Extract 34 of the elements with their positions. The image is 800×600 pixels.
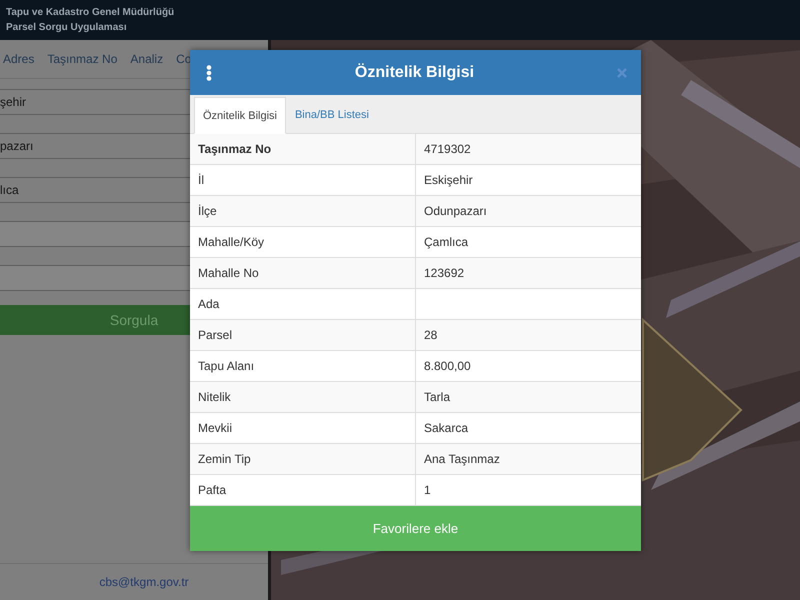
attribute-value: Eskişehir [423,172,474,189]
attribute-label: Parsel [190,320,416,350]
attribute-value: Odunpazarı [423,203,488,220]
panel-tab[interactable]: Taşınmaz No [47,52,118,66]
panel-tab[interactable]: Analiz [130,52,164,66]
contact-email[interactable]: cbs@tkgm.gov.tr [99,575,189,589]
attribute-label: Taşınmaz No [190,134,416,164]
attribute-label: Nitelik [190,382,416,412]
attribute-value: 4719302 [423,141,472,158]
add-favorites-button[interactable]: Favorilere ekle [190,506,641,551]
modal-tab[interactable]: Öznitelik Bilgisi [194,97,286,134]
modal-title: Öznitelik Bilgisi [354,64,476,82]
attribute-label: İl [190,165,416,195]
app-subtitle: Parsel Sorgu Uygulaması [6,22,127,33]
attribute-label: Mahalle No [190,258,416,288]
attribute-value: 8.800,00 [423,358,472,375]
attribute-value: Tarla [423,389,452,406]
panel-tab[interactable]: Adres [3,52,34,66]
attribute-value: 1 [423,482,432,499]
attribute-label: Pafta [190,475,416,505]
attribute-label: İlçe [190,196,416,226]
attribute-value: 28 [423,327,438,344]
attribute-label: Ada [190,289,416,319]
app-title: Tapu ve Kadastro Genel Müdürlüğü [6,7,174,18]
attribute-value: Çamlıca [423,234,470,251]
attribute-label: Mahalle/Köy [190,227,416,257]
attribute-label: Tapu Alanı [190,351,416,381]
modal-tab[interactable]: Bina/BB Listesi [286,97,378,133]
attribute-value: 123692 [423,265,466,282]
attribute-value: Ana Taşınmaz [423,451,501,468]
attribute-label: Mevkii [190,413,416,443]
menu-icon[interactable] [206,64,212,80]
attribute-value: Sakarca [423,420,470,437]
attribute-label: Zemin Tip [190,444,416,474]
